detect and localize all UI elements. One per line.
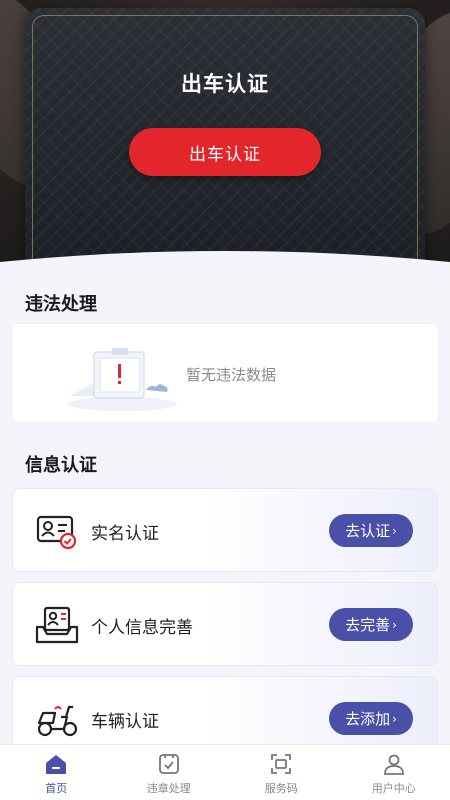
tab-violations-label: 违章处理 (146, 782, 191, 795)
chevron-right-icon: › (392, 523, 397, 538)
go-add-button[interactable]: 去添加 › (329, 702, 413, 735)
tab-service-code-label: 服务码 (264, 782, 298, 795)
go-authenticate-button[interactable]: 去认证 › (329, 514, 413, 547)
go-add-label: 去添加 (345, 710, 391, 728)
realname-auth-label: 实名认证 (91, 524, 159, 544)
bottom-tab-bar: 首页 违章处理 服务码 用户中心 (0, 744, 450, 800)
hero-card: 出车认证 出车认证 (25, 8, 425, 270)
tab-service-code[interactable]: 服务码 (225, 745, 338, 800)
chevron-right-icon: › (392, 711, 397, 726)
empty-violations-text: 暂无违法数据 (186, 366, 277, 384)
profile-tray-icon (35, 606, 79, 644)
home-icon (46, 755, 67, 774)
go-complete-label: 去完善 (345, 616, 391, 634)
empty-data-illustration (67, 348, 177, 411)
go-complete-button[interactable]: 去完善 › (329, 608, 413, 641)
scan-code-icon (271, 754, 292, 774)
scooter-icon (37, 705, 78, 737)
hero-title: 出车认证 (181, 72, 269, 96)
depart-auth-button[interactable]: 出车认证 (129, 128, 321, 176)
go-authenticate-label: 去认证 (345, 522, 391, 540)
hero-banner: 出车认证 出车认证 (0, 0, 450, 270)
vehicle-auth-label: 车辆认证 (91, 712, 159, 732)
violation-check-icon (158, 754, 179, 774)
realname-auth-card[interactable]: 实名认证 去认证 › (12, 488, 438, 572)
chevron-right-icon: › (392, 617, 397, 632)
id-card-icon (36, 515, 77, 550)
info-section-title: 信息认证 (25, 455, 97, 476)
profile-complete-card[interactable]: 个人信息完善 去完善 › (12, 582, 438, 666)
violations-card: 暂无违法数据 (12, 324, 438, 422)
violations-section-title: 违法处理 (25, 294, 97, 315)
tab-violations[interactable]: 违章处理 (113, 745, 226, 800)
tab-user-center-label: 用户中心 (371, 782, 416, 795)
tab-user-center[interactable]: 用户中心 (338, 745, 450, 800)
tab-home[interactable]: 首页 (0, 745, 113, 800)
hero-curve-divider (0, 251, 450, 288)
profile-complete-label: 个人信息完善 (91, 618, 193, 638)
tab-home-label: 首页 (45, 782, 68, 795)
user-icon (383, 754, 404, 775)
